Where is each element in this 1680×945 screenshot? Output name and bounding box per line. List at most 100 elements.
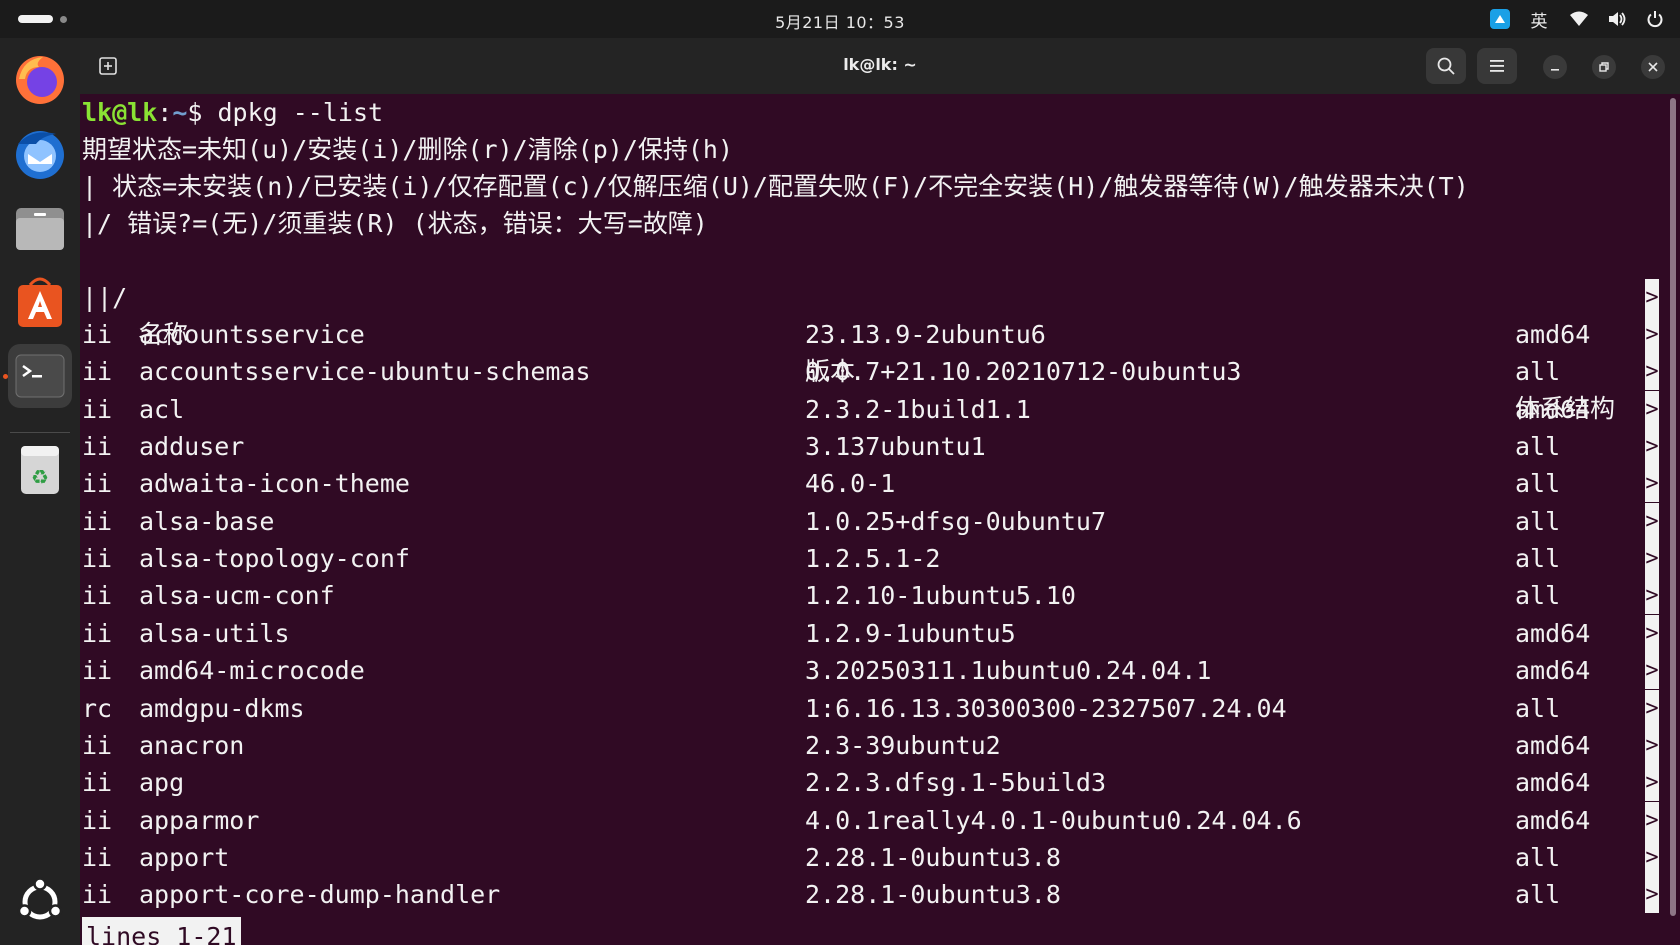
prompt-user: lk@lk — [82, 98, 158, 127]
truncation-marker: > — [1645, 652, 1659, 690]
running-indicator — [3, 374, 8, 379]
dock-show-apps[interactable] — [8, 870, 72, 934]
package-row: ii alsa-base 1.0.25+dfsg-0ubuntu7 all > — [80, 502, 1680, 540]
separator-line: +++-====================================… — [80, 279, 1645, 316]
hamburger-menu-icon — [1490, 60, 1504, 72]
terminal-icon — [15, 354, 65, 398]
truncation-marker: > — [1645, 801, 1659, 839]
package-version: 2.28.1-0ubuntu3.8 — [805, 842, 1061, 872]
truncation-marker: > — [1645, 577, 1659, 615]
header-bar[interactable]: lk@lk: ~ — [80, 38, 1680, 94]
truncation-marker: > — [1645, 689, 1659, 727]
header-line-error: |/ 错误?=(无)/须重装(R) (状态，错误：大写=故障) — [82, 209, 708, 238]
app-tray-icon[interactable] — [1490, 9, 1510, 29]
package-version: 2.3-39ubuntu2 — [805, 730, 1001, 760]
dock-files[interactable] — [8, 196, 72, 260]
package-status: ii — [82, 656, 113, 686]
package-row: ii alsa-ucm-conf 1.2.10-1ubuntu5.10 all > — [80, 577, 1680, 615]
prompt-line: lk@lk:~$ dpkg --list — [82, 94, 383, 131]
package-version: 3.137ubuntu1 — [805, 432, 986, 462]
firefox-icon — [16, 56, 64, 104]
column-header-row: ||/ 名称 版本 体系结构 > — [80, 242, 1680, 464]
terminal-window: lk@lk: ~ lk@lk:~$ dpkg --list 期望状态=未知(u)… — [80, 38, 1680, 945]
maximize-button[interactable] — [1592, 55, 1616, 79]
package-status: ii — [82, 842, 113, 872]
package-arch: all — [1515, 506, 1561, 536]
package-name: amd64-microcode — [139, 656, 365, 686]
menu-button[interactable] — [1477, 48, 1517, 84]
wifi-icon[interactable] — [1568, 8, 1590, 30]
package-row: ii alsa-topology-conf 1.2.5.1-2 all > — [80, 540, 1680, 578]
dock: ♻ — [0, 38, 80, 945]
package-row: ii acl 2.3.2-1build1.1 amd64 > — [80, 390, 1680, 428]
package-row: ii adwaita-icon-theme 46.0-1 all > — [80, 465, 1680, 503]
package-name: alsa-base — [139, 506, 275, 536]
top-bar: 5月21日 10：53 英 — [0, 0, 1680, 38]
package-version: 23.13.9-2ubuntu6 — [805, 320, 1046, 349]
app-center-icon — [18, 277, 62, 327]
package-status: ii — [82, 432, 113, 462]
dock-terminal[interactable] — [8, 344, 72, 408]
package-row: rc amdgpu-dkms 1:6.16.13.30300300-2327507.… — [80, 689, 1680, 727]
search-icon — [1437, 57, 1455, 75]
package-row: ii accountsservice 23.13.9-2ubuntu6 amd64 > — [80, 316, 1680, 353]
package-name: accountsservice — [139, 320, 365, 349]
power-icon[interactable] — [1644, 8, 1666, 30]
system-tray: 英 — [1490, 6, 1666, 32]
files-icon — [16, 208, 64, 250]
package-row: ii apport 2.28.1-0ubuntu3.8 all > — [80, 838, 1680, 876]
truncation-marker: > — [1645, 876, 1659, 914]
package-row: ii adduser 3.137ubuntu1 all > — [80, 428, 1680, 466]
terminal-output[interactable]: lk@lk:~$ dpkg --list 期望状态=未知(u)/安装(i)/删除… — [80, 94, 1680, 945]
prompt-path: ~ — [172, 98, 188, 127]
package-status: ii — [82, 880, 113, 910]
restore-icon — [1599, 62, 1609, 72]
package-status: ii — [82, 394, 113, 424]
package-version: 2.2.3.dfsg.1-5build3 — [805, 768, 1107, 798]
package-arch: amd64 — [1515, 805, 1591, 835]
package-arch: all — [1515, 581, 1561, 611]
package-status: ii — [82, 357, 113, 387]
package-status: ii — [82, 805, 113, 835]
package-arch: all — [1515, 357, 1561, 387]
prompt-symbol: $ — [187, 98, 218, 127]
dock-trash[interactable]: ♻ — [8, 438, 72, 502]
truncation-marker: > — [1645, 540, 1659, 578]
package-version: 1.2.10-1ubuntu5.10 — [805, 581, 1076, 611]
package-version: 2.3.2-1build1.1 — [805, 394, 1031, 424]
clock[interactable]: 5月21日 10：53 — [0, 9, 1680, 33]
volume-icon[interactable] — [1606, 8, 1628, 30]
truncation-marker: > — [1645, 279, 1659, 316]
package-row: ii amd64-microcode 3.20250311.1ubuntu0.24.… — [80, 652, 1680, 690]
package-version: 1.2.5.1-2 — [805, 544, 941, 574]
package-status: rc — [82, 693, 113, 723]
scrollbar[interactable] — [1670, 98, 1676, 916]
truncation-marker: > — [1645, 838, 1659, 876]
package-name: apparmor — [139, 805, 260, 835]
package-status: ii — [82, 581, 113, 611]
dock-app-center[interactable] — [8, 270, 72, 334]
dock-firefox[interactable] — [8, 48, 72, 112]
package-status: ii — [82, 730, 113, 760]
truncation-marker: > — [1645, 614, 1659, 652]
minimize-button[interactable] — [1543, 55, 1567, 79]
package-name: acl — [139, 394, 185, 424]
package-arch: amd64 — [1515, 730, 1591, 760]
package-arch: amd64 — [1515, 656, 1591, 686]
package-version: 46.0-1 — [805, 469, 896, 499]
dock-thunderbird[interactable] — [8, 122, 72, 186]
prompt-separator: : — [157, 98, 173, 127]
search-button[interactable] — [1426, 48, 1466, 84]
truncation-marker: > — [1645, 316, 1659, 353]
close-button[interactable] — [1641, 55, 1665, 79]
truncation-marker: > — [1645, 353, 1659, 391]
package-arch: all — [1515, 432, 1561, 462]
truncation-marker: > — [1645, 764, 1659, 802]
package-status: ii — [82, 544, 113, 574]
package-status: ii — [82, 618, 113, 648]
truncation-marker: > — [1645, 502, 1659, 540]
input-method-indicator[interactable]: 英 — [1526, 7, 1552, 32]
package-name: apport — [139, 842, 230, 872]
header-line-status: | 状态=未安装(n)/已安装(i)/仅存配置(c)/仅解压缩(U)/配置失败(… — [82, 172, 1469, 201]
package-name: alsa-ucm-conf — [139, 581, 335, 611]
